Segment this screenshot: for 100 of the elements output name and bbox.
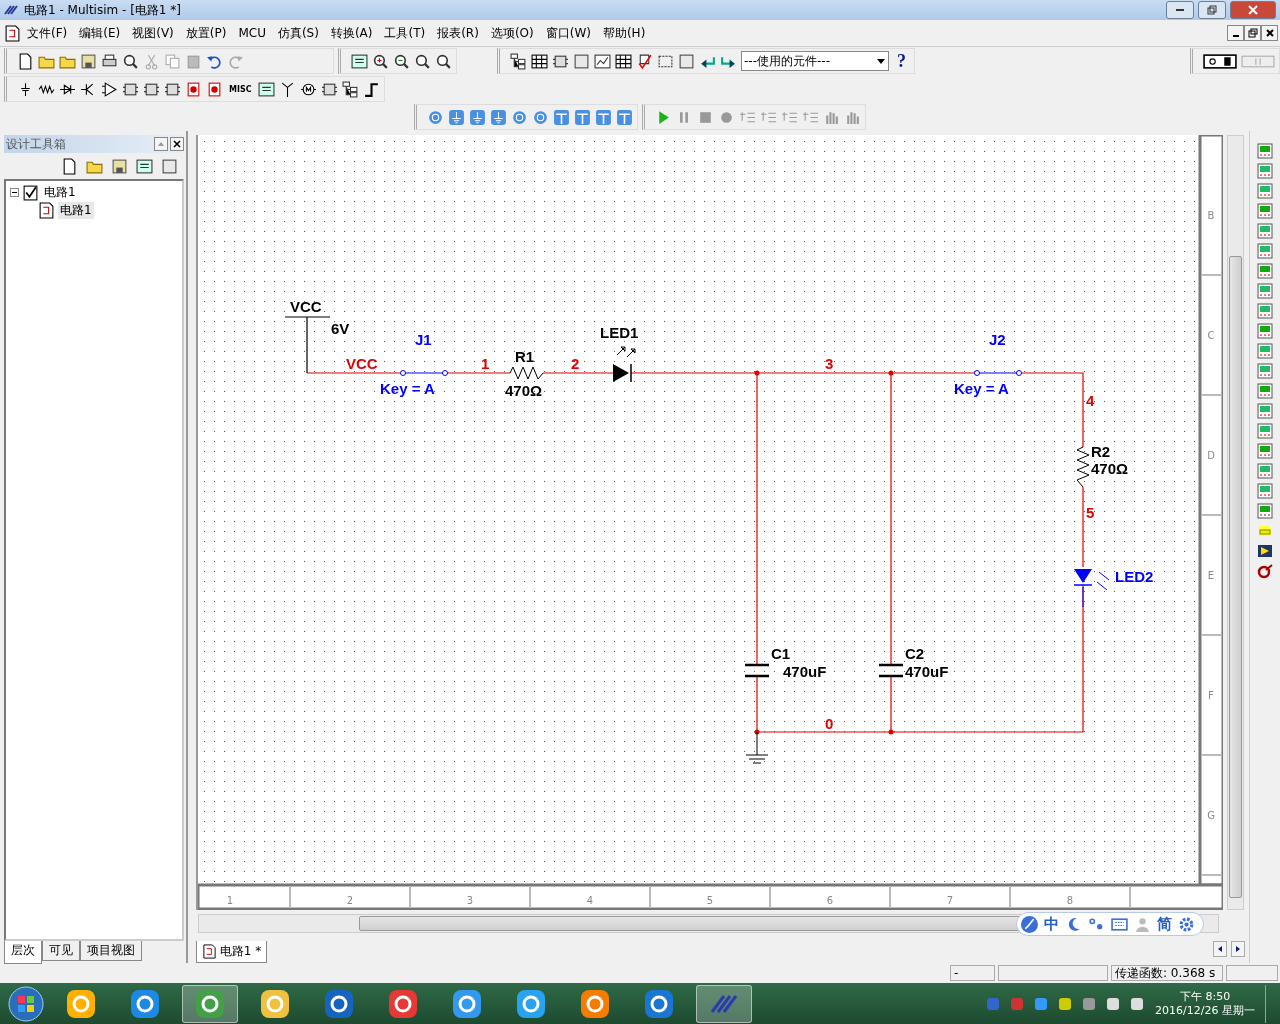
tray-icon[interactable] [1033, 995, 1050, 1012]
probe-icon[interactable] [427, 108, 444, 126]
collapse-icon[interactable] [10, 187, 19, 197]
maximize-button[interactable] [1198, 1, 1226, 19]
calculator-icon[interactable] [615, 52, 632, 70]
menu-item[interactable]: 放置(P) [179, 24, 233, 42]
print-preview-icon[interactable] [122, 52, 139, 70]
labview-instrument-icon[interactable] [1257, 543, 1273, 559]
vertical-scrollbar[interactable] [1226, 135, 1244, 910]
close-panel-button[interactable] [169, 137, 184, 151]
spreadsheet-icon[interactable] [531, 52, 548, 70]
taskbar-app-icon[interactable] [259, 987, 291, 1020]
instrument-icon[interactable] [1257, 263, 1273, 279]
check-icon[interactable] [636, 52, 653, 70]
instrument-icon[interactable] [1257, 163, 1273, 179]
instrument-icon[interactable] [1257, 203, 1273, 219]
script-toggle[interactable]: 简 [1156, 914, 1172, 934]
power-rail-icon[interactable] [553, 108, 570, 126]
save-design-icon[interactable] [110, 157, 128, 175]
menu-item[interactable]: 窗口(W) [539, 24, 597, 42]
component-dropdown[interactable]: ---使用的元件--- [741, 51, 889, 71]
ground-icon[interactable] [448, 108, 465, 126]
menu-item[interactable]: 视图(V) [126, 24, 180, 42]
hierarchy-icon[interactable] [510, 52, 527, 70]
tray-icon[interactable] [1105, 995, 1122, 1012]
instrument-icon[interactable] [1257, 303, 1273, 319]
misc-button[interactable]: MISC [227, 84, 254, 94]
input-mode-toggle[interactable]: 中 [1043, 914, 1059, 934]
instrument-icon[interactable] [1257, 323, 1273, 339]
input-method-logo-icon[interactable] [1020, 915, 1038, 933]
restore-document-button[interactable] [1244, 25, 1261, 41]
instrument-icon[interactable] [1257, 483, 1273, 499]
close-document-button[interactable] [1261, 25, 1278, 41]
instrument-icon[interactable] [1257, 283, 1273, 299]
clock[interactable]: 下午 8:50 2016/12/26 星期一 [1155, 989, 1255, 1018]
taskbar-app-icon[interactable] [323, 987, 355, 1020]
taskbar-app-icon[interactable] [643, 987, 675, 1020]
taskbar-app-icon[interactable] [65, 987, 97, 1020]
window-icon[interactable] [135, 157, 153, 175]
tray-icon[interactable] [1081, 995, 1098, 1012]
minimize-document-button[interactable] [1227, 25, 1244, 41]
menu-item[interactable]: 文件(F) [21, 24, 74, 42]
zoom-out-icon[interactable] [393, 52, 410, 70]
taskbar-app-icon[interactable] [194, 987, 226, 1020]
checkbox[interactable] [22, 183, 39, 201]
instrument-icon[interactable] [1257, 363, 1273, 379]
new-file-icon[interactable] [17, 52, 34, 70]
next-tab-button[interactable] [1231, 941, 1246, 957]
menu-item[interactable]: 帮助(H) [596, 24, 652, 42]
scrollbar-thumb[interactable] [1228, 256, 1242, 898]
tray-icon[interactable] [1057, 995, 1074, 1012]
instrument-icon[interactable] [1257, 403, 1273, 419]
taskbar-app-icon[interactable] [387, 987, 419, 1020]
ground-icon[interactable] [490, 108, 507, 126]
menu-item[interactable]: MCU [232, 26, 272, 40]
probe-icon[interactable] [511, 108, 528, 126]
settings-icon[interactable] [1177, 915, 1195, 933]
panel-tab[interactable]: 项目视图 [80, 941, 142, 961]
document-icon[interactable] [4, 24, 21, 42]
instrument-icon[interactable] [1257, 503, 1273, 519]
current-probe-icon[interactable] [1257, 563, 1273, 579]
taskbar-app-icon[interactable] [515, 987, 547, 1020]
indicator-icon[interactable] [185, 80, 202, 98]
previous-tab-button[interactable] [1213, 941, 1228, 957]
taskbar-app-icon[interactable] [579, 987, 611, 1020]
display-icon[interactable] [257, 80, 275, 98]
keyboard-icon[interactable] [1110, 915, 1128, 933]
hierarchy-block-icon[interactable] [341, 80, 359, 98]
menu-item[interactable]: 仿真(S) [271, 24, 325, 42]
instrument-icon[interactable] [1257, 143, 1273, 159]
power-rail-icon[interactable] [595, 108, 612, 126]
start-button[interactable] [8, 985, 44, 1022]
menu-item[interactable]: 选项(O) [484, 24, 540, 42]
menu-item[interactable]: 报表(R) [431, 24, 485, 42]
power-switch-icon[interactable] [1203, 52, 1237, 70]
menu-item[interactable]: 转换(A) [324, 24, 379, 42]
probe-icon[interactable] [532, 108, 549, 126]
power-rail-icon[interactable] [574, 108, 591, 126]
full-screen-icon[interactable] [351, 52, 368, 70]
save-icon[interactable] [80, 52, 97, 70]
help-button[interactable]: ? [893, 50, 910, 72]
instrument-icon[interactable] [1257, 423, 1273, 439]
instrument-icon[interactable] [1257, 343, 1273, 359]
taskbar-app-icon[interactable] [129, 987, 161, 1020]
minimize-button[interactable] [1166, 1, 1194, 19]
power-component-icon[interactable] [206, 80, 223, 98]
tree-item[interactable]: 电路1 [58, 201, 94, 219]
document-tab[interactable]: 电路1 * [195, 941, 268, 963]
power-rail-icon[interactable] [616, 108, 633, 126]
taskbar-app-icon[interactable] [451, 987, 483, 1020]
menu-item[interactable]: 编辑(E) [73, 24, 127, 42]
grapher-icon[interactable] [594, 52, 611, 70]
tray-icon[interactable] [1129, 995, 1146, 1012]
close-button[interactable] [1230, 1, 1276, 19]
instrument-icon[interactable] [1257, 383, 1273, 399]
instrument-icon[interactable] [1257, 223, 1273, 239]
instrument-icon[interactable] [1257, 243, 1273, 259]
ground-icon[interactable] [469, 108, 486, 126]
instrument-icon[interactable] [1257, 183, 1273, 199]
instrument-icon[interactable] [1257, 443, 1273, 459]
